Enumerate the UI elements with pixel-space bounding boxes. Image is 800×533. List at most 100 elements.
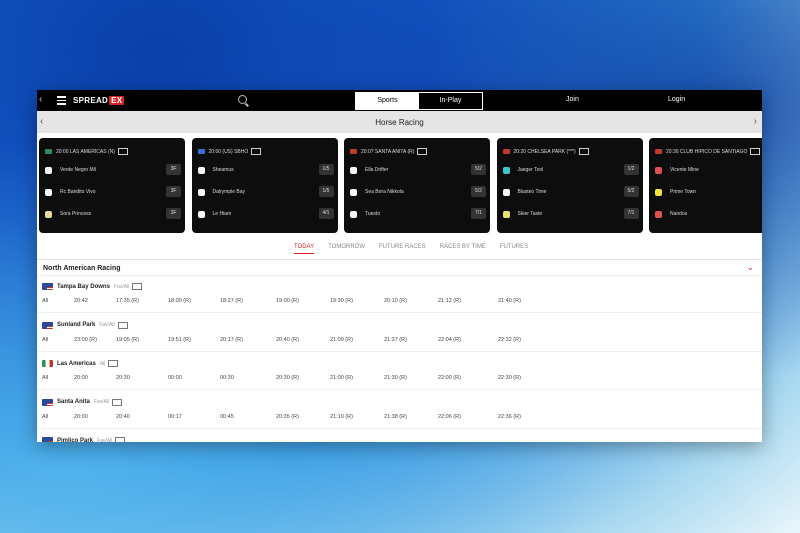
tab-sports[interactable]: Sports <box>356 93 419 109</box>
date-tab[interactable]: TOMORROW <box>328 244 365 254</box>
meeting-header[interactable]: Sunland Park Fav/All <box>42 321 128 329</box>
tab-in-play[interactable]: In-Play <box>419 93 482 109</box>
race-time-link[interactable]: All <box>42 298 48 304</box>
race-time-link[interactable]: 20:00 <box>74 414 88 420</box>
runner-row[interactable]: Le Hiam 4/1 <box>197 208 334 220</box>
race-time-link[interactable]: 18:27 (R) <box>220 298 243 304</box>
race-time-link[interactable]: 00:00 <box>168 375 182 381</box>
chevron-down-icon[interactable]: ⌄ <box>746 262 754 273</box>
odds-button[interactable]: 3F <box>166 186 181 197</box>
search-icon[interactable] <box>238 95 247 104</box>
tv-icon <box>251 148 262 155</box>
race-card[interactable]: 20:0? SANTA ANITA (R) Ella Drifter 5/2 Sea … <box>344 138 490 233</box>
race-time-link[interactable]: 20:30 <box>116 375 130 381</box>
race-time-link[interactable]: 20:00 <box>74 375 88 381</box>
race-card[interactable]: 20:30 CLUB HIPICO DE SANTIAGO Vicente Min… <box>649 138 762 233</box>
meeting-header[interactable]: Tampa Bay Downs Fav/All <box>42 283 143 290</box>
race-time-link[interactable]: 00:45 <box>220 414 234 420</box>
odds-button[interactable]: 3F <box>166 208 181 219</box>
race-card[interactable]: 20:00 (US) SBHO Sheamus 1/5 Dalrymple Bay 1/… <box>191 138 338 233</box>
race-time-link[interactable]: 21:00 (R) <box>330 375 353 381</box>
race-time-link[interactable]: 22:00 (R) <box>438 375 461 381</box>
runner-row[interactable]: Ella Drifter 5/2 <box>350 164 486 176</box>
runner-name: Jaeger Tool <box>517 167 544 173</box>
login-button[interactable]: Login <box>668 96 685 103</box>
odds-button[interactable]: 5/2 <box>471 186 486 197</box>
runner-row[interactable]: Rc Bandito Vivo 3F <box>45 186 181 198</box>
meeting-row: Pimlico Park Fav/All <box>37 437 762 442</box>
odds-button[interactable]: 1/5 <box>318 186 334 197</box>
meeting-name: Las Americas <box>57 360 96 367</box>
race-time-link[interactable]: 19:30 (R) <box>330 298 353 304</box>
runner-row[interactable]: Nandos <box>655 208 762 220</box>
race-time-link[interactable]: 22:04 (R) <box>438 337 461 343</box>
race-time-link[interactable]: 19:05 (R) <box>116 337 139 343</box>
odds-button[interactable]: 7/1 <box>471 208 486 219</box>
runner-row[interactable]: Sheamus 1/5 <box>197 164 334 176</box>
runner-row[interactable]: Skier Taste 7/1 <box>502 208 639 220</box>
race-time-link[interactable]: All <box>42 375 48 381</box>
race-card[interactable]: 20:00 LAS AMERICAS (N) Verde Negro Mil 3F R… <box>39 138 185 233</box>
meeting-header[interactable]: Las Americas All <box>42 360 119 367</box>
runner-row[interactable]: Dalrymple Bay 1/5 <box>197 186 334 198</box>
race-time-link[interactable]: 21:12 (R) <box>438 298 461 304</box>
date-tab[interactable]: TODAY <box>294 244 315 254</box>
race-time-link[interactable]: 23:00 (R) <box>74 337 97 343</box>
race-time-link[interactable]: All <box>42 414 48 420</box>
jockey-silk-icon <box>502 188 510 196</box>
race-time-link[interactable]: 21:40 (R) <box>498 298 521 304</box>
odds-button[interactable]: 1/2 <box>623 164 639 175</box>
meeting-header[interactable]: Santa Anita Fav/All <box>42 398 123 406</box>
race-time-link[interactable]: 21:30 (R) <box>384 375 407 381</box>
race-time-link[interactable]: 22:36 (R) <box>498 414 521 420</box>
spreadex-logo[interactable]: SPREAD EX <box>73 95 125 106</box>
race-time-link[interactable]: 22:30 (R) <box>498 375 521 381</box>
runner-row[interactable]: Verde Negro Mil 3F <box>45 164 181 176</box>
runner-row[interactable]: Jaeger Tool 1/2 <box>502 164 639 176</box>
race-time-link[interactable]: 20:35 (R) <box>276 414 299 420</box>
runner-row[interactable]: Vicente Mine <box>655 164 762 176</box>
browser-window: ‹ SPREAD EX Sports In-Play Join Login ‹ … <box>37 90 762 442</box>
race-time-link[interactable]: 00:17 <box>168 414 182 420</box>
race-time-link[interactable]: 17:35 (R) <box>116 298 139 304</box>
race-time-link[interactable]: 21:09 (R) <box>330 337 353 343</box>
runner-row[interactable]: Tuesto 7/1 <box>350 208 486 220</box>
race-time-link[interactable]: 21:38 (R) <box>384 414 407 420</box>
odds-button[interactable]: 5/2 <box>623 186 639 197</box>
race-time-link[interactable]: All <box>42 337 48 343</box>
race-time-link[interactable]: 00:30 <box>220 375 234 381</box>
runner-row[interactable]: Sea Bora Nikkola 5/2 <box>350 186 486 198</box>
race-card[interactable]: 20:20 CHELSEA PARK (***) Jaeger Tool 1/2 Bl… <box>496 138 643 233</box>
runner-row[interactable]: Prime Town <box>655 186 762 198</box>
race-time-link[interactable]: 20:42 <box>74 298 88 304</box>
race-time-link[interactable]: 21:10 (R) <box>330 414 353 420</box>
race-time-link[interactable]: 21:37 (R) <box>384 337 407 343</box>
chevron-right-icon[interactable]: › <box>754 116 757 127</box>
date-tab[interactable]: RACES BY TIME <box>440 244 486 254</box>
race-time-link[interactable]: 22:06 (R) <box>438 414 461 420</box>
jockey-silk-icon <box>502 210 510 218</box>
race-time-link[interactable]: 19:51 (R) <box>168 337 191 343</box>
tv-icon <box>117 321 128 329</box>
date-tab[interactable]: FUTURES <box>500 244 528 254</box>
odds-button[interactable]: 5/2 <box>471 164 486 175</box>
race-time-link[interactable]: 20:40 (R) <box>276 337 299 343</box>
race-time-link[interactable]: 20:30 (R) <box>276 375 299 381</box>
race-time-link[interactable]: 18:00 (R) <box>168 298 191 304</box>
race-time-link[interactable]: 22:32 (R) <box>498 337 521 343</box>
odds-button[interactable]: 1/5 <box>318 164 334 175</box>
join-button[interactable]: Join <box>566 96 579 103</box>
meeting-header[interactable]: Pimlico Park Fav/All <box>42 437 126 442</box>
odds-button[interactable]: 4/1 <box>318 208 334 219</box>
race-time-link[interactable]: 20:40 <box>116 414 130 420</box>
odds-button[interactable]: 7/1 <box>623 208 639 219</box>
odds-button[interactable]: 3F <box>166 164 181 175</box>
race-time-link[interactable]: 20:17 (R) <box>220 337 243 343</box>
race-time-link[interactable]: 20:10 (R) <box>384 298 407 304</box>
runner-row[interactable]: Sora Princess 3F <box>45 208 181 220</box>
runner-row[interactable]: Blasteo Time 5/2 <box>502 186 639 198</box>
race-time-link[interactable]: 19:00 (R) <box>276 298 299 304</box>
back-arrow-icon[interactable]: ‹ <box>39 94 42 106</box>
date-tab[interactable]: FUTURE RACES <box>379 244 426 254</box>
hamburger-menu-icon[interactable] <box>57 96 66 105</box>
